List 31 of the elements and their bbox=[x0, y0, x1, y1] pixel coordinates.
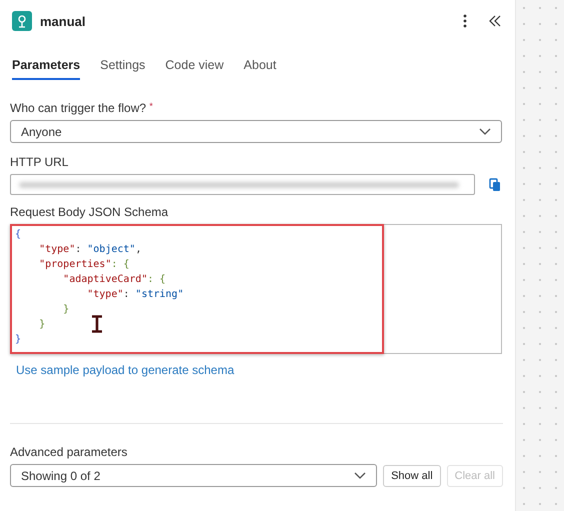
code-editor[interactable]: { "type": "object", "properties": { "adaptiveCard": { "type": "string" } } } bbox=[10, 224, 502, 354]
sample-payload-link[interactable]: Use sample payload to generate schema bbox=[16, 363, 234, 377]
action-button[interactable]: Show all bbox=[383, 464, 441, 486]
tab[interactable]: Code view bbox=[165, 58, 224, 80]
code-line: "properties": { bbox=[38, 258, 130, 272]
text-cursor-icon bbox=[91, 315, 103, 333]
tab[interactable]: About bbox=[244, 58, 276, 80]
required-mark: * bbox=[149, 101, 153, 111]
more-options-icon[interactable] bbox=[461, 12, 469, 30]
code-line: } bbox=[15, 333, 22, 347]
app-icon bbox=[12, 11, 32, 31]
field-label: Advanced parameters bbox=[10, 445, 128, 459]
field-label: Who can trigger the flow? bbox=[10, 101, 146, 115]
chevron-down-icon bbox=[479, 128, 491, 136]
collapse-icon[interactable] bbox=[487, 13, 503, 29]
code-line: { bbox=[15, 228, 22, 242]
code-line: "type": "string" bbox=[86, 288, 184, 302]
trigger-select[interactable]: Anyone bbox=[10, 120, 502, 143]
field-label: HTTP URL bbox=[10, 155, 70, 169]
tab[interactable]: Parameters bbox=[12, 58, 80, 80]
panel-title: manual bbox=[40, 14, 87, 28]
code-line: } bbox=[62, 303, 70, 317]
tab[interactable]: Settings bbox=[100, 58, 146, 80]
field-label: Request Body JSON Schema bbox=[10, 205, 170, 219]
copy-icon[interactable] bbox=[487, 176, 503, 194]
code-line: "adaptiveCard": { bbox=[62, 273, 166, 287]
url-field[interactable] bbox=[10, 174, 475, 195]
code-line: "type": "object", bbox=[38, 243, 142, 257]
advanced-select[interactable]: Showing 0 of 2 bbox=[10, 464, 378, 487]
chevron-down-icon bbox=[354, 472, 366, 480]
code-line: } bbox=[38, 318, 46, 332]
